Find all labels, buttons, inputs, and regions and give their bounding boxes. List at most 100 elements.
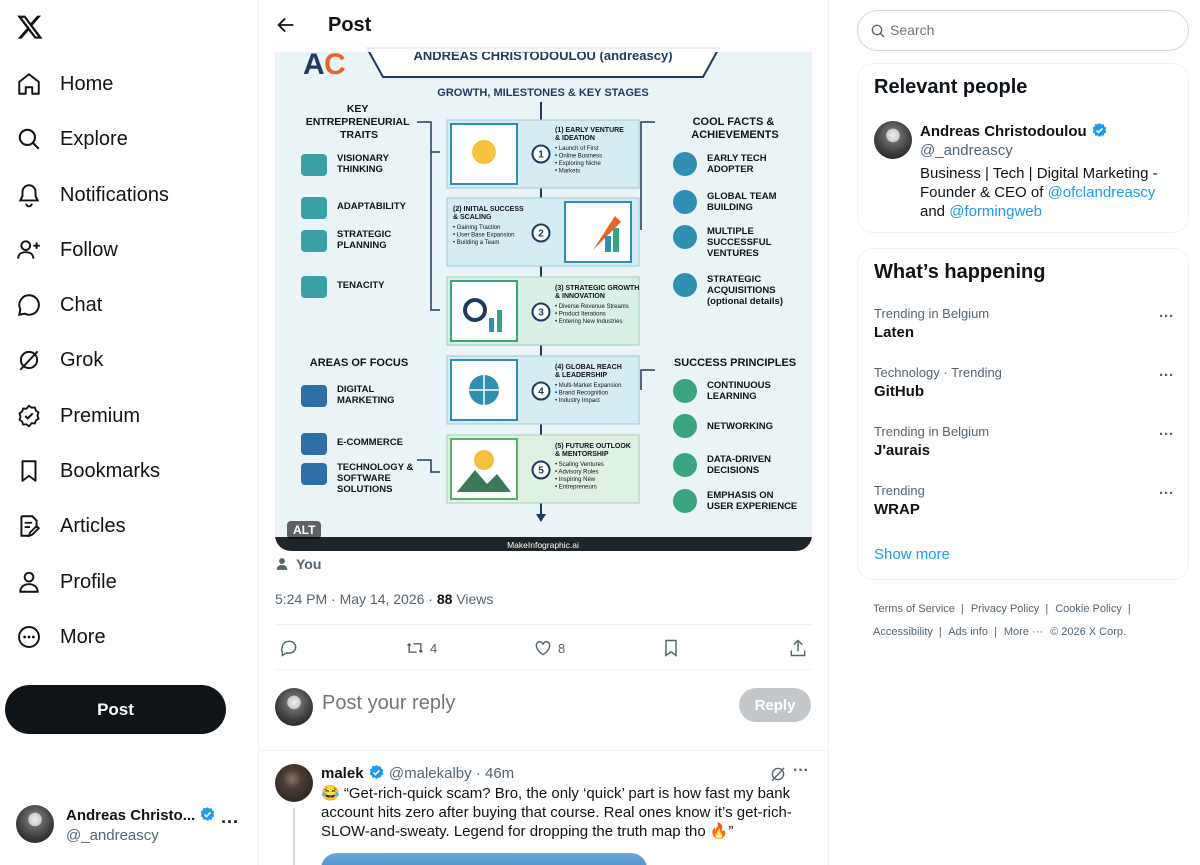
avatar[interactable] bbox=[275, 764, 313, 802]
stage-bullets-line: • Building a Team bbox=[453, 240, 499, 246]
side-item-label-line: PLANNING bbox=[337, 240, 387, 251]
back-arrow-icon[interactable] bbox=[275, 14, 297, 36]
reply-input[interactable] bbox=[322, 692, 702, 715]
trend-name: Laten bbox=[874, 324, 915, 341]
nav-item-home[interactable]: Home bbox=[16, 64, 113, 104]
alt-text-badge[interactable]: ALT bbox=[287, 521, 322, 539]
footer-link[interactable]: Ads info bbox=[948, 626, 988, 638]
trend-item[interactable]: Trending in Belgium J'aurais ··· bbox=[874, 424, 1174, 459]
stage-bullets-line: • Brand Recognition bbox=[555, 391, 608, 397]
x-logo-icon[interactable] bbox=[16, 13, 44, 41]
person-bio: Business | Tech | Digital Marketing - Fo… bbox=[920, 164, 1182, 221]
more-options-icon[interactable]: ··· bbox=[1159, 485, 1174, 502]
attribution-text: You bbox=[296, 556, 322, 572]
trend-item[interactable]: Technology · Trending GitHub ··· bbox=[874, 365, 1174, 400]
like-action[interactable]: 8 bbox=[533, 638, 565, 658]
bio-link[interactable]: @formingweb bbox=[949, 203, 1042, 220]
nav-label: Bookmarks bbox=[60, 459, 161, 482]
post-timestamp[interactable]: 5:24 PM · May 14, 2026 · bbox=[275, 591, 437, 607]
user-icon bbox=[19, 571, 39, 593]
post-button[interactable]: Post bbox=[5, 685, 226, 734]
svg-text:C: C bbox=[324, 48, 346, 81]
footer-link[interactable]: Accessibility bbox=[873, 626, 933, 638]
more-options-icon[interactable]: ··· bbox=[221, 812, 239, 833]
stage-number: 3 bbox=[538, 308, 544, 319]
stage-title-line: (3) STRATEGIC GROWTH bbox=[555, 285, 639, 292]
share-action[interactable] bbox=[788, 638, 808, 658]
comment-image[interactable] bbox=[321, 853, 647, 865]
bio-link[interactable]: @ofclandreascy bbox=[1048, 184, 1156, 201]
side-item-label-line: TENACITY bbox=[337, 280, 385, 291]
side-item-label-line: VENTURES bbox=[707, 248, 759, 259]
nav-label: Profile bbox=[60, 570, 117, 593]
stage-bullets-line: • Multi-Market Expansion bbox=[555, 383, 621, 389]
nav-item-follow[interactable]: Follow bbox=[16, 230, 118, 270]
infographic-watermark: MakeInfographic.ai bbox=[507, 540, 579, 550]
side-item-label-line: BUILDING bbox=[707, 202, 753, 213]
stage-title-line: (4) GLOBAL REACH bbox=[555, 364, 622, 371]
comment-handle[interactable]: @malekalby bbox=[389, 765, 472, 782]
account-switcher[interactable]: Andreas Christo... @_andreascy ··· bbox=[16, 800, 246, 850]
nav-item-chat[interactable]: Chat bbox=[16, 285, 102, 325]
search-input[interactable] bbox=[890, 22, 1170, 38]
footer-link[interactable]: Privacy Policy bbox=[971, 603, 1039, 615]
svg-text:COOL FACTS & ACHIEVE: COOL FACTS & ACHIEVEMENTS bbox=[691, 116, 778, 141]
side-item-label: VISIONARY THINKING bbox=[337, 153, 390, 175]
stage-number: 2 bbox=[538, 229, 544, 240]
stage-title-line: (2) INITIAL SUCCESS bbox=[453, 206, 524, 213]
nav-item-notifications[interactable]: Notifications bbox=[16, 175, 169, 215]
stage-bullets-line: • Exploring Niche bbox=[555, 161, 601, 167]
more-options-icon[interactable]: ··· bbox=[1159, 367, 1174, 384]
footer-link[interactable]: Cookie Policy bbox=[1055, 603, 1122, 615]
bookmark-action[interactable] bbox=[661, 638, 681, 658]
side-item-label-line: SOLUTIONS bbox=[337, 484, 392, 495]
infographic-logo: A C bbox=[303, 48, 346, 81]
side-item-label-line: LEARNING bbox=[707, 391, 757, 402]
stage-title-line: & LEADERSHIP bbox=[555, 372, 607, 379]
side-item-label-line: CONTINUOUS bbox=[707, 380, 771, 391]
bell-icon bbox=[18, 184, 40, 208]
repost-icon bbox=[406, 642, 424, 654]
nav-item-explore[interactable]: Explore bbox=[16, 119, 128, 159]
repost-action[interactable]: 4 bbox=[405, 638, 437, 658]
person-name[interactable]: Andreas Christodoulou bbox=[920, 123, 1087, 140]
nav-item-more[interactable]: More bbox=[16, 617, 106, 657]
show-more-link[interactable]: Show more bbox=[874, 546, 950, 563]
post-image[interactable]: A C ANDREAS CHRISTODOULOU (andreascy) GR… bbox=[275, 40, 812, 551]
avatar[interactable] bbox=[874, 121, 912, 159]
side-item-icon bbox=[673, 489, 697, 513]
trend-item[interactable]: Trending in Belgium Laten ··· bbox=[874, 306, 1174, 341]
page-title: Post bbox=[328, 14, 372, 36]
nav-item-bookmarks[interactable]: Bookmarks bbox=[16, 451, 160, 491]
grok-icon[interactable] bbox=[769, 765, 787, 783]
side-item-label-line: DIGITAL bbox=[337, 384, 374, 395]
search-box[interactable] bbox=[857, 10, 1189, 51]
trend-item[interactable]: Trending WRAP ··· bbox=[874, 483, 1174, 518]
stage-bullets-line: • Advisory Roles bbox=[555, 470, 598, 476]
nav-label: Articles bbox=[60, 514, 126, 537]
comment-author[interactable]: malek bbox=[321, 765, 364, 782]
comment-time[interactable]: · 46m bbox=[472, 765, 514, 782]
footer-link[interactable]: More ··· bbox=[1004, 626, 1043, 638]
trend-meta: Trending bbox=[874, 483, 925, 498]
add-user-icon bbox=[17, 240, 40, 259]
reply-button[interactable]: Reply bbox=[739, 688, 811, 722]
more-options-icon[interactable]: ··· bbox=[793, 762, 809, 780]
side-item-label-line: (optional details) bbox=[707, 296, 783, 307]
more-options-icon[interactable]: ··· bbox=[1159, 308, 1174, 325]
side-item-icon bbox=[301, 276, 327, 298]
reply-action[interactable] bbox=[279, 638, 299, 658]
svg-text:A: A bbox=[303, 48, 325, 81]
comment-text: 😂 “Get-rich-quick scam? Bro, the only ‘q… bbox=[321, 785, 792, 840]
stage-bullets-line: • Scaling Ventures bbox=[555, 462, 604, 468]
nav-item-profile[interactable]: Profile bbox=[16, 562, 117, 602]
more-options-icon[interactable]: ··· bbox=[1159, 426, 1174, 443]
side-item-label-line: ACQUISITIONS bbox=[707, 285, 776, 296]
nav-item-articles[interactable]: Articles bbox=[16, 506, 126, 546]
footer-link[interactable]: Terms of Service bbox=[873, 603, 955, 615]
bookmark-icon bbox=[665, 639, 677, 657]
nav-item-grok[interactable]: Grok bbox=[16, 340, 103, 380]
person-handle[interactable]: @_andreascy bbox=[920, 142, 1013, 159]
nav-item-premium[interactable]: Premium bbox=[16, 396, 140, 436]
trend-name: GitHub bbox=[874, 383, 924, 400]
